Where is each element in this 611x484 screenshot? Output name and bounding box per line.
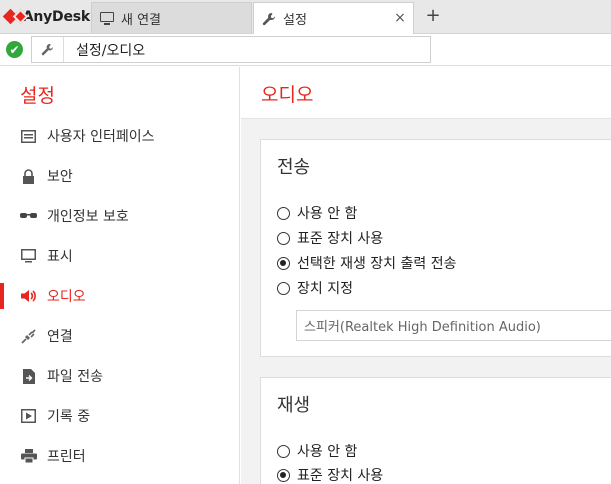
radio-label: 장치 지정 <box>297 281 353 297</box>
radio-label: 선택한 재생 장치 출력 전송 <box>297 256 457 272</box>
playback-panel: 재생 사용 안 함 표준 장치 사용 <box>260 377 611 484</box>
radio-circle <box>277 231 290 245</box>
sidebar-item-display[interactable]: 표시 <box>0 236 239 276</box>
settings-sidebar: 설정 사용자 인터페이스 보안 개인정보 보호 표시 오디오 연결 파일 전송 … <box>0 67 240 484</box>
interface-icon <box>20 128 37 145</box>
settings-content: 오디오 전송 사용 안 함 표준 장치 사용 선택한 재생 장치 출력 전송 장… <box>241 67 611 484</box>
sidebar-item-label: 연결 <box>47 329 73 345</box>
address-text: 설정/오디오 <box>76 42 146 59</box>
sidebar-item-recording[interactable]: 기록 중 <box>0 396 239 436</box>
radio-label: 표준 장치 사용 <box>297 468 384 484</box>
wrench-icon <box>261 11 277 27</box>
anydesk-logo-icon <box>2 8 29 25</box>
file-transfer-icon <box>20 368 37 385</box>
sidebar-item-file-transfer[interactable]: 파일 전송 <box>0 356 239 396</box>
tab-label: 새 연결 <box>121 12 162 28</box>
tab-new-connection[interactable]: 새 연결 <box>91 2 252 33</box>
address-field[interactable]: 설정/오디오 <box>31 36 431 63</box>
radio-circle <box>277 444 290 458</box>
content-header: 오디오 <box>241 67 611 119</box>
radio-transmit-specify-device[interactable]: 장치 지정 <box>277 277 353 299</box>
transmit-panel: 전송 사용 안 함 표준 장치 사용 선택한 재생 장치 출력 전송 장치 지정… <box>260 139 611 357</box>
sidebar-item-label: 개인정보 보호 <box>47 209 129 225</box>
tab-bar: AnyDesk 새 연결 설정 × + <box>0 0 611 34</box>
plug-icon <box>20 328 37 345</box>
sidebar-item-label: 프린터 <box>47 449 86 465</box>
page-title: 오디오 <box>261 84 314 106</box>
tab-settings[interactable]: 설정 × <box>253 2 414 34</box>
speaker-icon <box>20 288 37 305</box>
brand-name: AnyDesk <box>22 9 90 25</box>
sidebar-item-user-interface[interactable]: 사용자 인터페이스 <box>0 116 239 156</box>
radio-transmit-disabled[interactable]: 사용 안 함 <box>277 202 357 224</box>
panel-title: 전송 <box>277 157 311 178</box>
close-icon[interactable]: × <box>393 10 407 26</box>
address-bar: ✔ 설정/오디오 <box>0 34 611 66</box>
device-select[interactable]: 스피커(Realtek High Definition Audio) <box>296 310 611 341</box>
radio-playback-disabled[interactable]: 사용 안 함 <box>277 440 357 462</box>
glasses-icon <box>20 208 37 225</box>
recording-icon <box>20 408 37 425</box>
radio-label: 표준 장치 사용 <box>297 231 384 247</box>
radio-circle <box>277 256 290 270</box>
printer-icon <box>20 448 37 465</box>
brand[interactable]: AnyDesk <box>0 0 90 34</box>
sidebar-item-printer[interactable]: 프린터 <box>0 436 239 476</box>
add-tab-icon[interactable]: + <box>423 5 443 26</box>
radio-label: 사용 안 함 <box>297 444 358 460</box>
tab-label: 설정 <box>283 13 307 28</box>
radio-transmit-default-device[interactable]: 표준 장치 사용 <box>277 227 383 249</box>
anydesk-window: AnyDesk 새 연결 설정 × + ✔ 설정/오디오 설정 사용자 인터페이… <box>0 0 611 484</box>
sidebar-item-label: 사용자 인터페이스 <box>47 129 155 145</box>
lock-icon <box>20 168 37 185</box>
sidebar-item-connection[interactable]: 연결 <box>0 316 239 356</box>
sidebar-item-audio[interactable]: 오디오 <box>0 276 239 316</box>
sidebar-item-label: 오디오 <box>47 289 86 305</box>
radio-circle <box>277 281 290 295</box>
monitor-icon <box>99 10 115 26</box>
sidebar-item-label: 기록 중 <box>47 409 91 425</box>
sidebar-title: 설정 <box>20 85 55 107</box>
sidebar-item-label: 보안 <box>47 169 73 185</box>
connected-check-icon: ✔ <box>6 41 23 58</box>
monitor-icon <box>20 248 37 265</box>
sidebar-item-privacy[interactable]: 개인정보 보호 <box>0 196 239 236</box>
radio-playback-default-device[interactable]: 표준 장치 사용 <box>277 464 383 484</box>
radio-circle <box>277 468 290 482</box>
radio-circle <box>277 206 290 220</box>
wrench-icon <box>32 37 64 62</box>
panel-title: 재생 <box>277 395 311 416</box>
sidebar-item-security[interactable]: 보안 <box>0 156 239 196</box>
radio-transmit-selected-output[interactable]: 선택한 재생 장치 출력 전송 <box>277 252 456 274</box>
sidebar-item-label: 표시 <box>47 249 73 265</box>
sidebar-item-label: 파일 전송 <box>47 369 103 385</box>
radio-label: 사용 안 함 <box>297 206 358 222</box>
